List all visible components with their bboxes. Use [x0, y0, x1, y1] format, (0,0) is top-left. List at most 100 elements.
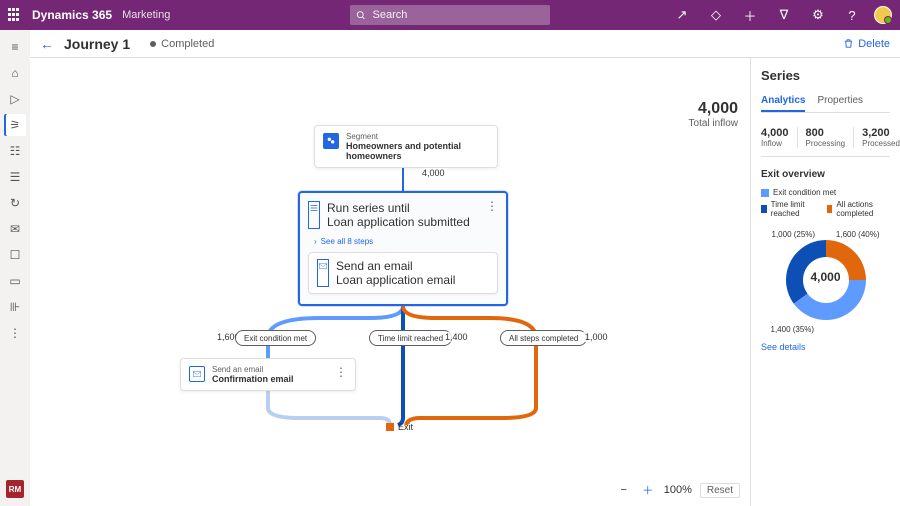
node-segment[interactable]: Segment Homeowners and potential homeown… — [314, 125, 498, 168]
series-inner-step[interactable]: Send an email Loan application email — [308, 252, 498, 294]
node-series[interactable]: Run series until Loan application submit… — [298, 191, 508, 306]
app-name: Dynamics 365 — [32, 8, 112, 22]
zoom-level: 100% — [664, 484, 692, 496]
confirm-type: Send an email — [212, 365, 294, 374]
donut-label-orange: 1,000 (25%) — [772, 230, 816, 239]
donut-label-lightblue: 1,600 (40%) — [836, 230, 880, 239]
exit-overview-title: Exit overview — [761, 169, 890, 180]
nav-forms[interactable]: ▭ — [4, 270, 26, 292]
details-panel: Series Analytics Properties 4,000 Inflow… — [750, 58, 900, 506]
delete-label: Delete — [858, 38, 890, 50]
nav-refresh[interactable]: ↻ — [4, 192, 26, 214]
global-search[interactable] — [350, 5, 550, 25]
node-confirmation-email[interactable]: Send an email Confirmation email ⋮ — [180, 358, 356, 391]
donut-label-darkblue: 1,400 (35%) — [771, 325, 815, 334]
swatch-icon — [761, 205, 767, 213]
segment-outflow-count: 4,000 — [420, 168, 447, 178]
nav-run[interactable]: ▷ — [4, 88, 26, 110]
zoom-out-button[interactable]: − — [616, 482, 632, 498]
nav-phone[interactable]: ☐ — [4, 244, 26, 266]
kpi-processing-label: Processing — [806, 139, 846, 148]
branch-time-limit-reached[interactable]: Time limit reached — [369, 330, 452, 346]
email-icon — [317, 259, 329, 287]
nav-hamburger[interactable]: ≡ — [4, 36, 26, 58]
email-icon — [189, 366, 205, 382]
branch-exit-condition-met[interactable]: Exit condition met — [235, 330, 316, 346]
branch2-count: 1,400 — [443, 332, 470, 342]
exit-icon — [386, 423, 394, 431]
status-dot-icon — [150, 41, 156, 47]
command-bar: ← Journey 1 Completed Delete — [30, 30, 900, 58]
branch3-label: All steps completed — [509, 334, 578, 343]
help-icon[interactable]: ? — [840, 3, 864, 27]
zoom-reset-button[interactable]: Reset — [700, 483, 740, 498]
confirm-more-button[interactable]: ⋮ — [335, 365, 347, 379]
search-icon — [356, 10, 366, 21]
trash-icon — [843, 38, 854, 49]
user-avatar[interactable] — [874, 6, 892, 24]
kpi-inflow-value: 4,000 — [761, 127, 789, 139]
filter-icon[interactable]: ∇ — [772, 3, 796, 27]
nav-contacts[interactable]: ☰ — [4, 166, 26, 188]
settings-icon[interactable]: ⚙ — [806, 3, 830, 27]
kpi-processed: 3,200 Processed — [853, 127, 900, 148]
node-exit[interactable]: Exit — [386, 422, 413, 432]
kpi-processing: 800 Processing — [797, 127, 846, 148]
zoom-toolbar: − ＋ 100% Reset — [616, 482, 740, 498]
panel-tabs: Analytics Properties — [761, 95, 890, 113]
kpi-inflow-label: Inflow — [761, 139, 789, 148]
tab-analytics[interactable]: Analytics — [761, 95, 805, 112]
nav-reports[interactable]: ⊪ — [4, 296, 26, 318]
donut-center-value: 4,000 — [776, 270, 876, 284]
search-input[interactable] — [371, 8, 545, 22]
page-title: Journey 1 — [64, 36, 130, 52]
nav-journeys[interactable]: ⚞ — [4, 114, 26, 136]
see-details-link[interactable]: See details — [761, 342, 890, 352]
journey-canvas[interactable]: Segment Homeowners and potential homeown… — [30, 58, 750, 506]
persona-badge[interactable]: RM — [6, 480, 24, 498]
segment-title: Homeowners and potential homeowners — [346, 141, 489, 161]
confirm-title: Confirmation email — [212, 374, 294, 384]
module-name: Marketing — [122, 9, 170, 21]
status-label: Completed — [161, 38, 214, 50]
left-nav: ≡ ⌂ ▷ ⚞ ☷ ☰ ↻ ✉ ☐ ▭ ⊪ ⋮ RM — [0, 30, 30, 506]
nav-mail[interactable]: ✉ — [4, 218, 26, 240]
inner-step-title: Loan application email — [336, 273, 455, 287]
kpi-processed-value: 3,200 — [862, 127, 900, 139]
nav-home[interactable]: ⌂ — [4, 62, 26, 84]
legend-all-actions: All actions completed — [827, 200, 890, 218]
delete-button[interactable]: Delete — [843, 38, 890, 50]
nav-more[interactable]: ⋮ — [4, 322, 26, 344]
series-more-button[interactable]: ⋮ — [486, 199, 498, 213]
add-icon[interactable]: ＋ — [738, 3, 762, 27]
series-expand-steps[interactable]: See all 8 steps — [314, 237, 498, 246]
swatch-icon — [827, 205, 833, 213]
branch3-count: 1,000 — [583, 332, 610, 342]
kpi-inflow: 4,000 Inflow — [761, 127, 789, 148]
kpi-processing-value: 800 — [806, 127, 846, 139]
series-icon — [308, 201, 320, 229]
exit-overview-chart: 4,000 1,000 (25%) 1,600 (40%) 1,400 (35%… — [776, 230, 876, 330]
app-launcher-icon[interactable] — [8, 8, 22, 22]
swatch-icon — [761, 189, 769, 197]
exit-label: Exit — [398, 422, 413, 432]
lightbulb-icon[interactable]: ◇ — [704, 3, 728, 27]
segment-icon — [323, 133, 339, 149]
tab-properties[interactable]: Properties — [817, 95, 863, 112]
back-button[interactable]: ← — [40, 36, 54, 52]
series-title: Loan application submitted — [327, 215, 470, 229]
legend-time-limit: Time limit reached — [761, 200, 817, 218]
exit-overview-legend: Exit condition met Time limit reached Al… — [761, 188, 890, 218]
legend-l1-label: Exit condition met — [773, 188, 836, 197]
journey-status: Completed — [150, 38, 214, 50]
share-icon[interactable]: ↗ — [670, 3, 694, 27]
kpi-row: 4,000 Inflow 800 Processing 3,200 Proces… — [761, 127, 890, 148]
zoom-in-button[interactable]: ＋ — [640, 482, 656, 498]
branch1-label: Exit condition met — [244, 334, 307, 343]
series-type: Run series until — [327, 201, 470, 215]
panel-title: Series — [761, 68, 890, 83]
legend-exit-condition: Exit condition met — [761, 188, 836, 197]
branch-all-steps-completed[interactable]: All steps completed — [500, 330, 587, 346]
nav-segments[interactable]: ☷ — [4, 140, 26, 162]
legend-l2-label: Time limit reached — [771, 200, 817, 218]
